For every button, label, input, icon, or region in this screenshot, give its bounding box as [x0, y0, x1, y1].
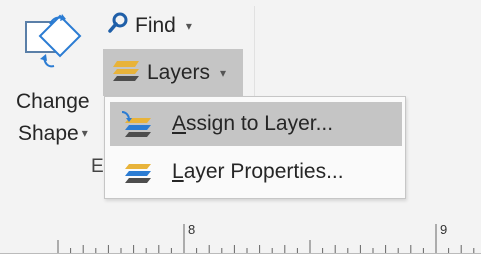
change-shape-icon: [24, 12, 84, 72]
menu-item-label: Assign to Layer...: [172, 112, 333, 136]
menu-item-label: Layer Properties...: [172, 160, 344, 184]
group-label: E: [91, 156, 104, 177]
assign-layer-icon: [118, 109, 154, 139]
change-shape-button[interactable]: Change Shape ▾: [10, 8, 96, 158]
ruler-label-8: 8: [188, 222, 196, 237]
menu-item-layer-properties[interactable]: Layer Properties...: [110, 150, 402, 194]
magnifier-icon: [107, 12, 129, 40]
change-shape-label-text: Shape: [18, 122, 79, 145]
menu-item-label-rest: ayer Properties...: [183, 160, 344, 183]
menu-mnemonic: A: [172, 112, 187, 135]
layers-dropdown-menu: Assign to Layer... Layer Properties...: [104, 96, 406, 199]
menu-mnemonic: L: [172, 160, 184, 183]
menu-item-label-rest: ssign to Layer...: [186, 112, 334, 135]
find-button[interactable]: Find ▾: [107, 6, 192, 46]
chevron-down-icon: ▾: [220, 65, 227, 80]
layers-button[interactable]: Layers ▾: [103, 49, 243, 96]
change-shape-label-line2: Shape ▾: [18, 122, 88, 146]
layer-properties-icon: [118, 157, 154, 187]
menu-item-assign-to-layer[interactable]: Assign to Layer...: [110, 102, 402, 146]
find-label: Find: [135, 14, 176, 37]
layers-icon: [111, 57, 141, 89]
chevron-down-icon: ▾: [81, 126, 88, 140]
change-shape-label-line1: Change: [16, 90, 90, 113]
horizontal-ruler[interactable]: 8 9: [0, 210, 481, 254]
ruler-ticks: [0, 224, 481, 254]
chevron-down-icon: ▾: [185, 19, 192, 33]
ruler-label-9: 9: [440, 222, 448, 237]
layers-label: Layers: [147, 60, 211, 84]
